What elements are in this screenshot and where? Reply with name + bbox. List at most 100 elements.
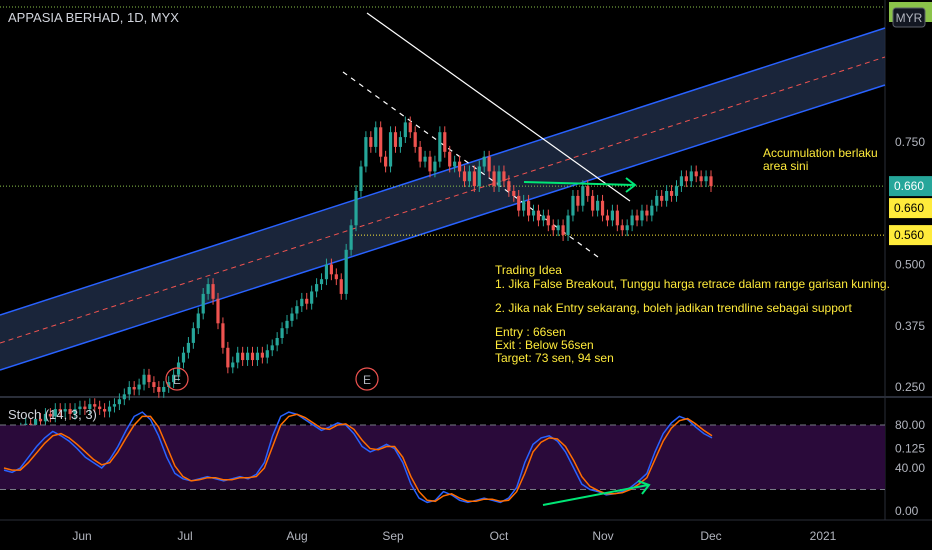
candle-body xyxy=(704,176,708,182)
earnings-marker-label: E xyxy=(363,373,371,387)
last-price-label: 0.660 xyxy=(894,179,924,193)
candle-body xyxy=(231,362,235,368)
time-tick-label: 2021 xyxy=(810,529,837,543)
candle-body xyxy=(566,215,570,236)
candle-body xyxy=(112,404,117,407)
candle-body xyxy=(103,409,107,412)
candle-body xyxy=(137,384,141,390)
candle-body xyxy=(418,146,422,162)
candle-body xyxy=(591,195,595,211)
candle-body xyxy=(492,171,496,187)
price-tick-label: 0.375 xyxy=(895,319,925,333)
candle-body xyxy=(467,171,472,182)
candle-body xyxy=(127,387,131,395)
candle-body xyxy=(191,328,195,343)
candle-body xyxy=(310,291,314,304)
candle-body xyxy=(241,352,245,361)
candle-body xyxy=(364,137,368,167)
price-tick-label: 0.125 xyxy=(895,441,925,455)
candle-body xyxy=(181,352,186,363)
price-tick-label: 0.500 xyxy=(895,258,925,272)
candle-body xyxy=(571,195,575,216)
level-label: 0.560 xyxy=(894,228,924,242)
candle-body xyxy=(211,284,215,299)
candle-body xyxy=(453,161,457,167)
trading-idea-line: Entry : 66sen xyxy=(495,325,566,339)
candle-body xyxy=(709,176,713,187)
candle-body xyxy=(265,350,269,358)
candle-body xyxy=(457,161,462,172)
candle-body xyxy=(536,210,541,221)
candle-body xyxy=(699,176,703,182)
candle-body xyxy=(324,264,329,280)
candle-body xyxy=(354,191,358,226)
stochastic-pane xyxy=(0,411,885,506)
candle-body xyxy=(497,171,501,187)
candle-body xyxy=(98,406,102,410)
candle-body xyxy=(250,352,255,361)
candle-body xyxy=(448,151,452,167)
candle-body xyxy=(206,284,210,294)
candle-body xyxy=(684,176,688,182)
candle-body xyxy=(236,352,240,363)
candle-body xyxy=(403,122,407,138)
currency-label: MYR xyxy=(896,11,923,25)
channel-fill xyxy=(0,28,885,370)
currency-button[interactable]: MYR xyxy=(892,7,926,28)
candle-body xyxy=(620,225,624,231)
candle-body xyxy=(522,200,526,211)
candle-body xyxy=(275,338,279,346)
earnings-marker-2[interactable]: E xyxy=(355,367,379,391)
candle-body xyxy=(216,298,220,324)
candle-body xyxy=(196,313,200,329)
candle-body xyxy=(349,225,353,250)
candle-body xyxy=(147,374,151,383)
candle-body xyxy=(339,279,343,294)
candle-body xyxy=(201,293,205,314)
candle-body xyxy=(438,132,442,162)
time-tick-label: Sep xyxy=(382,529,404,543)
candle-body xyxy=(359,166,363,191)
candle-body xyxy=(314,284,319,292)
candle-body xyxy=(517,195,521,211)
candle-body xyxy=(152,382,156,387)
candle-body xyxy=(640,210,644,221)
level-label: 0.660 xyxy=(894,201,924,215)
candle-body xyxy=(285,320,289,329)
candle-body xyxy=(531,210,536,216)
time-tick-label: Nov xyxy=(592,529,613,543)
trading-idea-line: Trading Idea xyxy=(495,263,562,277)
candle-body xyxy=(487,156,491,172)
candle-body xyxy=(300,298,304,307)
candle-body xyxy=(122,394,126,400)
candle-body xyxy=(226,347,230,368)
candle-body xyxy=(408,122,412,133)
candle-body xyxy=(379,127,383,157)
trading-idea-line: 2. Jika nak Entry sekarang, boleh jadika… xyxy=(495,301,853,315)
symbol-title: APPASIA BERHAD, 1D, MYX xyxy=(8,10,179,25)
price-axis: 0.1250.2500.3750.5000.7500.8100.6600.660… xyxy=(889,2,932,518)
time-tick-label: Jun xyxy=(72,529,91,543)
time-tick-label: Aug xyxy=(286,529,307,543)
candle-body xyxy=(561,225,565,236)
stoch-tick-label: 0.00 xyxy=(895,504,919,518)
candle-body xyxy=(384,156,388,167)
price-tick-label: 0.750 xyxy=(895,135,925,149)
candle-body xyxy=(679,176,684,187)
candle-body xyxy=(374,127,378,147)
candle-body xyxy=(443,132,447,152)
candle-body xyxy=(581,186,585,206)
candle-body xyxy=(423,156,427,162)
candle-body xyxy=(625,225,629,231)
channel-lower-line xyxy=(0,84,886,371)
time-tick-label: Oct xyxy=(490,529,509,543)
stoch-tick-label: 80.00 xyxy=(895,418,925,432)
candle-body xyxy=(221,323,225,348)
accumulation-note-line-2: area sini xyxy=(763,159,808,173)
candle-body xyxy=(507,181,511,191)
candle-body xyxy=(610,210,614,221)
candle-body xyxy=(645,210,649,216)
candle-body xyxy=(512,191,516,196)
candle-body xyxy=(369,137,373,147)
candle-body xyxy=(245,352,250,361)
